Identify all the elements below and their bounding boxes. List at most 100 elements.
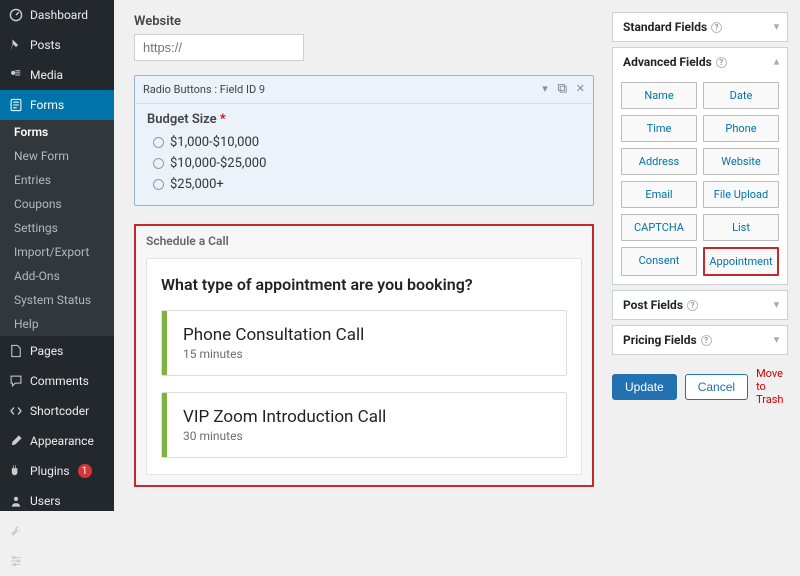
sidebar-item-label: Shortcoder <box>30 404 89 418</box>
brush-icon <box>8 433 24 449</box>
website-field-wrap: Website <box>134 14 594 61</box>
submenu-add-ons[interactable]: Add-Ons <box>0 264 114 288</box>
budget-option[interactable]: $25,000+ <box>147 174 581 195</box>
appointment-name: VIP Zoom Introduction Call <box>183 407 386 427</box>
move-to-trash-link[interactable]: Move to Trash <box>756 367 788 406</box>
help-icon[interactable]: ? <box>701 335 712 346</box>
sidebar-item-posts[interactable]: Posts <box>0 30 114 60</box>
sidebar-item-pages[interactable]: Pages <box>0 336 114 366</box>
appointment-name: Phone Consultation Call <box>183 325 364 345</box>
selected-field-title: Radio Buttons : Field ID 9 <box>143 83 265 96</box>
field-tag-list[interactable]: List <box>703 214 779 241</box>
radio-icon <box>153 137 164 148</box>
website-input[interactable] <box>134 34 304 61</box>
chevron-down-icon: ▾ <box>774 335 779 346</box>
sidebar-item-comments[interactable]: Comments <box>0 366 114 396</box>
sidebar-item-label: Tools <box>30 524 59 538</box>
help-icon[interactable]: ? <box>716 57 727 68</box>
field-tag-date[interactable]: Date <box>703 82 779 109</box>
appointment-card: What type of appointment are you booking… <box>146 258 582 475</box>
budget-label: Budget Size * <box>147 112 581 127</box>
cancel-button[interactable]: Cancel <box>685 374 748 400</box>
field-actions: ▾ ✕ <box>542 82 585 97</box>
field-tag-website[interactable]: Website <box>703 148 779 175</box>
schedule-callout: Schedule a Call What type of appointment… <box>134 224 594 487</box>
sidebar-item-label: Media <box>30 68 63 82</box>
chevron-up-icon: ▴ <box>774 57 779 68</box>
pin-icon <box>8 37 24 53</box>
submenu-import-export[interactable]: Import/Export <box>0 240 114 264</box>
sidebar-item-dashboard[interactable]: Dashboard <box>0 0 114 30</box>
submenu-coupons[interactable]: Coupons <box>0 192 114 216</box>
sidebar-item-shortcoder[interactable]: Shortcoder <box>0 396 114 426</box>
code-icon <box>8 403 24 419</box>
update-button[interactable]: Update <box>612 374 677 400</box>
sidebar-item-label: Comments <box>30 374 89 388</box>
sidebar-item-label: Plugins <box>30 464 70 478</box>
sliders-icon <box>8 553 24 569</box>
field-tag-phone[interactable]: Phone <box>703 115 779 142</box>
selected-field-body: Budget Size * $1,000-$10,000 $10,000-$25… <box>135 104 593 205</box>
sidebar-item-media[interactable]: Media <box>0 60 114 90</box>
panel-header-standard[interactable]: Standard Fields ? ▾ <box>613 13 787 41</box>
form-editor-canvas: Website Radio Buttons : Field ID 9 ▾ ✕ B… <box>114 0 612 511</box>
sidebar-item-label: Posts <box>30 38 61 52</box>
panel-header-pricing[interactable]: Pricing Fields ? ▾ <box>613 326 787 354</box>
submenu-help[interactable]: Help <box>0 312 114 336</box>
appointment-option-body: VIP Zoom Introduction Call 30 minutes <box>167 393 402 457</box>
schedule-title: Schedule a Call <box>146 234 582 248</box>
admin-sidebar: Dashboard Posts Media Forms Forms New Fo… <box>0 0 114 511</box>
appointment-question: What type of appointment are you booking… <box>161 275 567 294</box>
field-palette: Standard Fields ? ▾ Advanced Fields ? ▴ … <box>612 0 800 511</box>
help-icon[interactable]: ? <box>687 300 698 311</box>
panel-post-fields: Post Fields ? ▾ <box>612 290 788 320</box>
sidebar-item-users[interactable]: Users <box>0 486 114 516</box>
field-tag-appointment[interactable]: Appointment <box>703 247 779 276</box>
panel-header-post[interactable]: Post Fields ? ▾ <box>613 291 787 319</box>
submenu-settings[interactable]: Settings <box>0 216 114 240</box>
selected-field-header: Radio Buttons : Field ID 9 ▾ ✕ <box>135 76 593 104</box>
sidebar-item-forms[interactable]: Forms <box>0 90 114 120</box>
action-buttons: Update Cancel Move to Trash <box>612 367 788 406</box>
submenu-entries[interactable]: Entries <box>0 168 114 192</box>
submenu-forms[interactable]: Forms <box>0 120 114 144</box>
sidebar-item-label: Pages <box>30 344 63 358</box>
appointment-option[interactable]: Phone Consultation Call 15 minutes <box>161 310 567 376</box>
submenu-new-form[interactable]: New Form <box>0 144 114 168</box>
selected-field-card[interactable]: Radio Buttons : Field ID 9 ▾ ✕ Budget Si… <box>134 75 594 206</box>
appointment-duration: 30 minutes <box>183 429 386 443</box>
sidebar-item-plugins[interactable]: Plugins 1 <box>0 456 114 486</box>
sidebar-item-appearance[interactable]: Appearance <box>0 426 114 456</box>
close-icon[interactable]: ✕ <box>576 82 585 97</box>
field-tag-name[interactable]: Name <box>621 82 697 109</box>
field-tag-email[interactable]: Email <box>621 181 697 208</box>
media-icon <box>8 67 24 83</box>
submenu-system-status[interactable]: System Status <box>0 288 114 312</box>
panel-header-advanced[interactable]: Advanced Fields ? ▴ <box>613 48 787 76</box>
website-label: Website <box>134 14 594 29</box>
panel-standard-fields: Standard Fields ? ▾ <box>612 12 788 42</box>
field-tag-file-upload[interactable]: File Upload <box>703 181 779 208</box>
appointment-option[interactable]: VIP Zoom Introduction Call 30 minutes <box>161 392 567 458</box>
forms-submenu: Forms New Form Entries Coupons Settings … <box>0 120 114 336</box>
duplicate-icon[interactable] <box>556 82 568 97</box>
chevron-down-icon[interactable]: ▾ <box>542 82 548 97</box>
comment-icon <box>8 373 24 389</box>
sidebar-item-settings[interactable]: Settings <box>0 546 114 576</box>
field-tag-captcha[interactable]: CAPTCHA <box>621 214 697 241</box>
field-tag-time[interactable]: Time <box>621 115 697 142</box>
help-icon[interactable]: ? <box>711 22 722 33</box>
sidebar-item-label: Dashboard <box>30 8 88 22</box>
field-tag-consent[interactable]: Consent <box>621 247 697 276</box>
chevron-down-icon: ▾ <box>774 22 779 33</box>
panel-advanced-fields: Advanced Fields ? ▴ Name Date Time Phone… <box>612 47 788 285</box>
advanced-fields-grid: Name Date Time Phone Address Website Ema… <box>613 76 787 284</box>
plugin-icon <box>8 463 24 479</box>
budget-option[interactable]: $1,000-$10,000 <box>147 132 581 153</box>
radio-icon <box>153 158 164 169</box>
chevron-down-icon: ▾ <box>774 300 779 311</box>
user-icon <box>8 493 24 509</box>
budget-option[interactable]: $10,000-$25,000 <box>147 153 581 174</box>
field-tag-address[interactable]: Address <box>621 148 697 175</box>
sidebar-item-tools[interactable]: Tools <box>0 516 114 546</box>
